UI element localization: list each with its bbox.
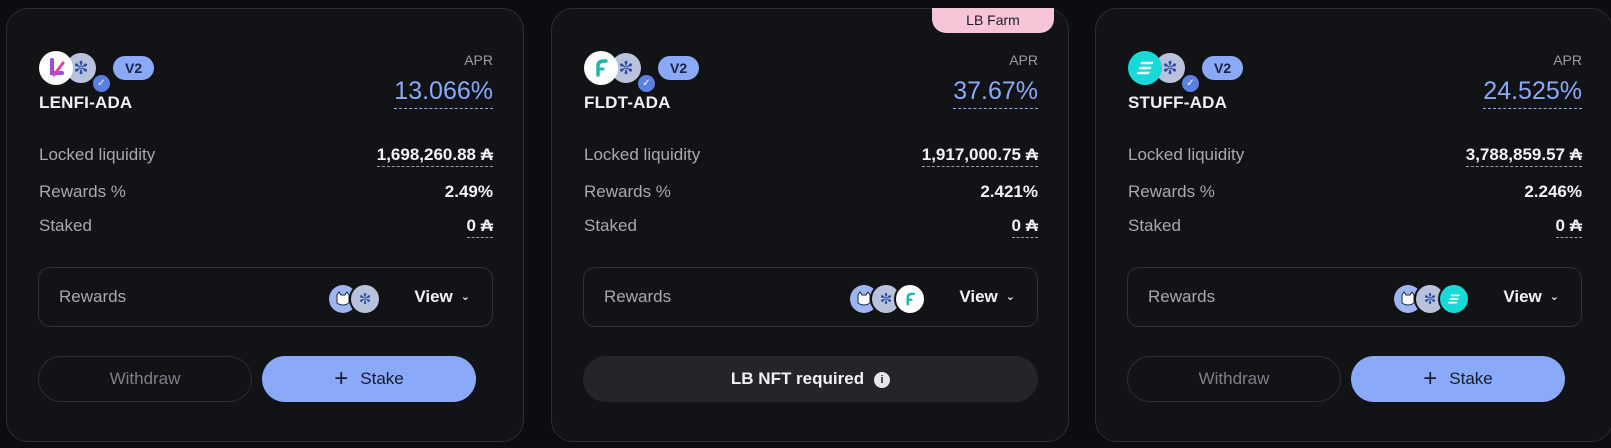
chevron-down-icon: ⌄ xyxy=(460,291,470,303)
staked-row: Staked 0 ₳ xyxy=(1128,216,1582,240)
rewards-label: Rewards xyxy=(1148,287,1216,306)
view-label: View xyxy=(959,287,998,306)
locked-liquidity-value[interactable]: 1,917,000.75 ₳ xyxy=(921,145,1038,167)
staked-label: Staked xyxy=(584,216,637,235)
card-header: ✼ ✓ V2 FLDT-ADA APR 37.67% xyxy=(584,43,1038,115)
farm-card-fldt-ada: LB Farm ✼ ✓ V2 FLDT-ADA APR 37.67% Locke… xyxy=(551,8,1069,442)
apr-value[interactable]: 24.525% xyxy=(1483,77,1582,109)
rewards-label: Rewards xyxy=(59,287,127,306)
rewards-panel[interactable]: Rewards ✼ View ⌄ xyxy=(583,267,1038,327)
locked-liquidity-label: Locked liquidity xyxy=(39,145,156,164)
verified-icon: ✓ xyxy=(91,73,112,94)
version-badge: V2 xyxy=(113,56,155,80)
rewards-panel[interactable]: Rewards ✼ View ⌄ xyxy=(1127,267,1582,327)
lenfi-icon xyxy=(39,51,73,85)
verified-icon: ✓ xyxy=(636,73,657,94)
plus-icon: + xyxy=(334,365,349,392)
locked-liquidity-row: Locked liquidity 1,917,000.75 ₳ xyxy=(584,145,1038,169)
locked-liquidity-row: Locked liquidity 3,788,859.57 ₳ xyxy=(1128,145,1582,169)
farm-card-lenfi-ada: ✼ ✓ V2 LENFI-ADA APR 13.066% Locked liqu… xyxy=(6,8,524,442)
rewards-percent-label: Rewards % xyxy=(584,182,671,201)
staked-value[interactable]: 0 ₳ xyxy=(466,216,493,238)
pair-name: FLDT-ADA xyxy=(584,93,671,112)
cardano-icon: ✼ xyxy=(349,283,381,315)
farm-card-stuff-ada: ✼ ✓ V2 STUFF-ADA APR 24.525% Locked liqu… xyxy=(1095,8,1611,442)
staked-label: Staked xyxy=(1128,216,1181,235)
stuff-icon xyxy=(1438,283,1470,315)
rewards-percent-value: 2.49% xyxy=(444,182,493,201)
farm-cards: ✼ ✓ V2 LENFI-ADA APR 13.066% Locked liqu… xyxy=(0,0,1611,448)
chevron-down-icon: ⌄ xyxy=(1005,291,1015,303)
pair-name: LENFI-ADA xyxy=(39,93,133,112)
locked-liquidity-value[interactable]: 1,698,260.88 ₳ xyxy=(376,145,493,167)
stake-label: Stake xyxy=(360,369,404,388)
staked-value[interactable]: 0 ₳ xyxy=(1011,216,1038,238)
version-badge: V2 xyxy=(658,56,700,80)
pair-icons: ✼ ✓ V2 xyxy=(39,51,259,94)
verified-icon: ✓ xyxy=(1180,73,1201,94)
rewards-percent-row: Rewards % 2.421% xyxy=(584,182,1038,206)
locked-liquidity-label: Locked liquidity xyxy=(584,145,701,164)
rewards-percent-label: Rewards % xyxy=(39,182,126,201)
lb-nft-label: LB NFT required xyxy=(730,369,865,388)
view-dropdown[interactable]: View ⌄ xyxy=(414,287,470,307)
version-badge: V2 xyxy=(1202,56,1244,80)
view-dropdown[interactable]: View ⌄ xyxy=(1503,287,1559,307)
card-header: ✼ ✓ V2 LENFI-ADA APR 13.066% xyxy=(39,43,493,115)
rewards-percent-label: Rewards % xyxy=(1128,182,1215,201)
pair-name: STUFF-ADA xyxy=(1128,93,1228,112)
lb-farm-tag: LB Farm xyxy=(932,8,1054,33)
view-label: View xyxy=(414,287,453,306)
stake-label: Stake xyxy=(1449,369,1493,388)
apr-value[interactable]: 13.066% xyxy=(394,77,493,109)
staked-label: Staked xyxy=(39,216,92,235)
staked-row: Staked 0 ₳ xyxy=(584,216,1038,240)
staked-value[interactable]: 0 ₳ xyxy=(1555,216,1582,238)
locked-liquidity-label: Locked liquidity xyxy=(1128,145,1245,164)
apr-value[interactable]: 37.67% xyxy=(953,77,1038,109)
plus-icon: + xyxy=(1423,365,1438,392)
stake-button[interactable]: + Stake xyxy=(262,356,476,402)
chevron-down-icon: ⌄ xyxy=(1549,291,1559,303)
pair-icons: ✼ ✓ V2 xyxy=(584,51,804,94)
locked-liquidity-value[interactable]: 3,788,859.57 ₳ xyxy=(1465,145,1582,167)
rewards-percent-value: 2.421% xyxy=(980,182,1038,201)
apr-label: APR xyxy=(1009,52,1038,68)
stake-button[interactable]: + Stake xyxy=(1351,356,1565,402)
lb-nft-required-button[interactable]: LB NFT required i xyxy=(583,356,1038,402)
apr-label: APR xyxy=(464,52,493,68)
rewards-percent-row: Rewards % 2.49% xyxy=(39,182,493,206)
rewards-label: Rewards xyxy=(604,287,672,306)
fluidtokens-icon xyxy=(584,51,618,85)
withdraw-button[interactable]: Withdraw xyxy=(1127,356,1341,402)
view-label: View xyxy=(1503,287,1542,306)
fluidtokens-icon xyxy=(894,283,926,315)
locked-liquidity-row: Locked liquidity 1,698,260.88 ₳ xyxy=(39,145,493,169)
rewards-percent-value: 2.246% xyxy=(1524,182,1582,201)
info-icon[interactable]: i xyxy=(874,372,891,388)
view-dropdown[interactable]: View ⌄ xyxy=(959,287,1015,307)
stuff-icon xyxy=(1128,51,1162,85)
staked-row: Staked 0 ₳ xyxy=(39,216,493,240)
rewards-percent-row: Rewards % 2.246% xyxy=(1128,182,1582,206)
card-header: ✼ ✓ V2 STUFF-ADA APR 24.525% xyxy=(1128,43,1582,115)
rewards-panel[interactable]: Rewards ✼ View ⌄ xyxy=(38,267,493,327)
withdraw-button[interactable]: Withdraw xyxy=(38,356,252,402)
apr-label: APR xyxy=(1553,52,1582,68)
pair-icons: ✼ ✓ V2 xyxy=(1128,51,1348,94)
